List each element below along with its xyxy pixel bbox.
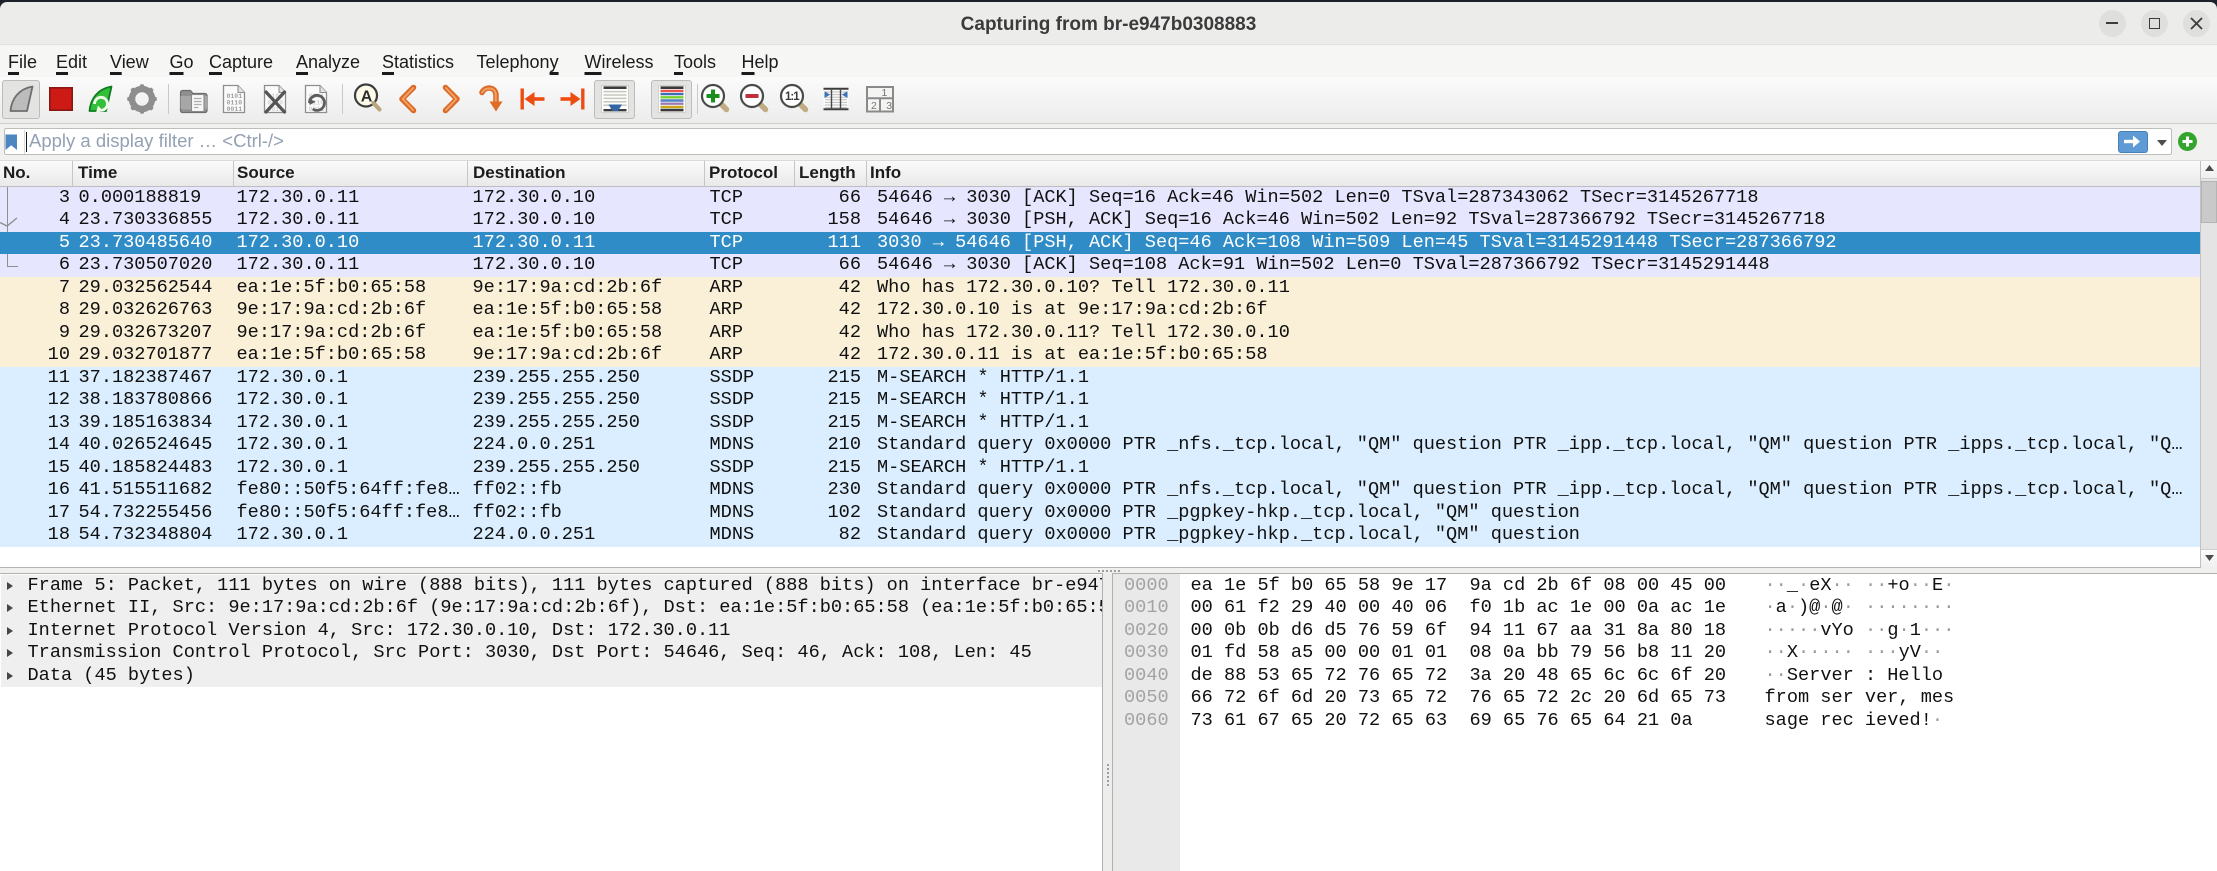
svg-text:0011: 0011 (227, 106, 243, 113)
svg-text:1:1: 1:1 (785, 91, 800, 103)
svg-text:3: 3 (886, 100, 892, 112)
svg-text:A: A (361, 89, 373, 106)
svg-text:2: 2 (871, 100, 877, 112)
svg-text:1: 1 (881, 87, 887, 99)
